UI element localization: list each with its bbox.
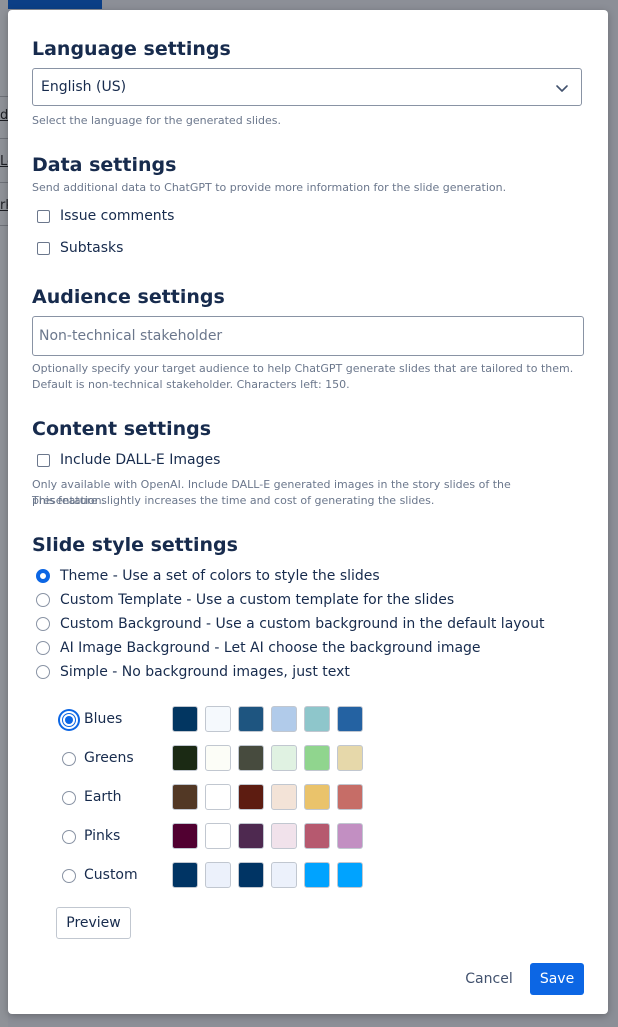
background-link[interactable]: Le bbox=[0, 154, 8, 170]
color-swatch bbox=[172, 862, 198, 888]
color-swatch bbox=[172, 784, 198, 810]
color-swatch bbox=[172, 745, 198, 771]
checkbox[interactable] bbox=[37, 453, 50, 467]
audience-help-text-line1: Optionally specify your target audience … bbox=[32, 362, 574, 375]
color-swatch bbox=[337, 745, 363, 771]
color-swatch bbox=[238, 862, 264, 888]
color-swatch bbox=[205, 823, 231, 849]
theme-name: Pinks bbox=[84, 828, 121, 844]
background-link[interactable]: d bbox=[0, 108, 8, 124]
color-swatch bbox=[205, 784, 231, 810]
radio-option-custom-background[interactable]: Custom Background - Use a custom backgro… bbox=[36, 614, 544, 634]
save-button[interactable]: Save bbox=[530, 963, 584, 995]
theme-row-earth[interactable]: Earth bbox=[62, 784, 372, 812]
checkbox-subtasks[interactable]: Subtasks bbox=[37, 238, 123, 258]
content-settings-heading: Content settings bbox=[32, 418, 212, 440]
color-swatch bbox=[238, 823, 264, 849]
color-swatch bbox=[271, 862, 297, 888]
radio-button[interactable] bbox=[62, 752, 76, 766]
chevron-down-icon bbox=[556, 85, 568, 92]
checkbox-issue-comments[interactable]: Issue comments bbox=[37, 206, 174, 226]
theme-row-blues[interactable]: Blues bbox=[62, 706, 372, 734]
checkbox-label: Issue comments bbox=[60, 208, 175, 224]
color-swatch bbox=[271, 706, 297, 732]
background-link[interactable]: rk bbox=[0, 198, 8, 214]
radio-button-selected[interactable] bbox=[36, 569, 50, 583]
color-swatch bbox=[271, 745, 297, 771]
radio-button[interactable] bbox=[36, 593, 50, 607]
checkbox-include-dall-e-images[interactable]: Include DALL-E Images bbox=[37, 450, 220, 470]
audience-settings-heading: Audience settings bbox=[32, 286, 225, 308]
preview-button[interactable]: Preview bbox=[56, 907, 131, 939]
color-swatch bbox=[304, 823, 330, 849]
color-swatch bbox=[238, 784, 264, 810]
color-swatch bbox=[337, 706, 363, 732]
color-swatch bbox=[304, 862, 330, 888]
theme-name: Earth bbox=[84, 789, 122, 805]
theme-name: Greens bbox=[84, 750, 134, 766]
language-help-text: Select the language for the generated sl… bbox=[32, 114, 281, 127]
color-swatch bbox=[304, 745, 330, 771]
checkbox-label: Include DALL-E Images bbox=[60, 452, 221, 468]
color-swatch bbox=[238, 706, 264, 732]
background-header-bar bbox=[0, 0, 102, 9]
theme-name: Blues bbox=[84, 711, 123, 727]
color-swatch bbox=[337, 784, 363, 810]
language-select[interactable]: English (US) bbox=[32, 68, 582, 106]
radio-button-selected[interactable] bbox=[62, 713, 76, 727]
checkbox[interactable] bbox=[37, 241, 50, 255]
language-settings-heading: Language settings bbox=[32, 38, 231, 60]
audience-input[interactable] bbox=[32, 316, 584, 356]
radio-label: Custom Background - Use a custom backgro… bbox=[60, 616, 545, 632]
radio-label: AI Image Background - Let AI choose the … bbox=[60, 640, 481, 656]
theme-row-custom[interactable]: Custom bbox=[62, 862, 372, 890]
background-divider bbox=[0, 225, 8, 226]
color-swatch bbox=[304, 706, 330, 732]
color-swatch bbox=[205, 706, 231, 732]
color-swatch bbox=[172, 706, 198, 732]
color-swatch bbox=[172, 823, 198, 849]
checkbox-label: Subtasks bbox=[60, 240, 124, 256]
radio-option-custom-template[interactable]: Custom Template - Use a custom template … bbox=[36, 590, 454, 610]
settings-modal: Language settings English (US) Select th… bbox=[8, 10, 608, 1014]
slide-style-settings-heading: Slide style settings bbox=[32, 534, 238, 556]
theme-row-pinks[interactable]: Pinks bbox=[62, 823, 372, 851]
color-swatch bbox=[337, 862, 363, 888]
checkbox[interactable] bbox=[37, 209, 50, 223]
radio-button[interactable] bbox=[36, 617, 50, 631]
background-divider bbox=[0, 96, 8, 97]
audience-help-text-line2: Default is non-technical stakeholder. Ch… bbox=[32, 378, 350, 391]
data-settings-help-text: Send additional data to ChatGPT to provi… bbox=[32, 181, 507, 194]
radio-label: Theme - Use a set of colors to style the… bbox=[60, 568, 380, 584]
cancel-button[interactable]: Cancel bbox=[458, 963, 520, 995]
radio-option-simple[interactable]: Simple - No background images, just text bbox=[36, 662, 350, 682]
theme-name: Custom bbox=[84, 867, 138, 883]
background-divider bbox=[0, 138, 8, 139]
language-select-value: English (US) bbox=[41, 79, 127, 95]
radio-label: Simple - No background images, just text bbox=[60, 664, 350, 680]
color-swatch bbox=[271, 784, 297, 810]
color-swatch bbox=[271, 823, 297, 849]
color-swatch bbox=[304, 784, 330, 810]
content-help-text-line2: This feature slightly increases the time… bbox=[32, 494, 435, 507]
radio-button[interactable] bbox=[62, 791, 76, 805]
radio-button[interactable] bbox=[62, 830, 76, 844]
color-swatch bbox=[205, 862, 231, 888]
radio-option-theme[interactable]: Theme - Use a set of colors to style the… bbox=[36, 566, 380, 586]
radio-button[interactable] bbox=[36, 665, 50, 679]
radio-button[interactable] bbox=[62, 869, 76, 883]
background-divider bbox=[0, 182, 8, 183]
data-settings-heading: Data settings bbox=[32, 154, 177, 176]
theme-row-greens[interactable]: Greens bbox=[62, 745, 372, 773]
color-swatch bbox=[238, 745, 264, 771]
color-swatch bbox=[205, 745, 231, 771]
color-swatch bbox=[337, 823, 363, 849]
radio-label: Custom Template - Use a custom template … bbox=[60, 592, 455, 608]
radio-button[interactable] bbox=[36, 641, 50, 655]
radio-option-ai-image-background[interactable]: AI Image Background - Let AI choose the … bbox=[36, 638, 481, 658]
